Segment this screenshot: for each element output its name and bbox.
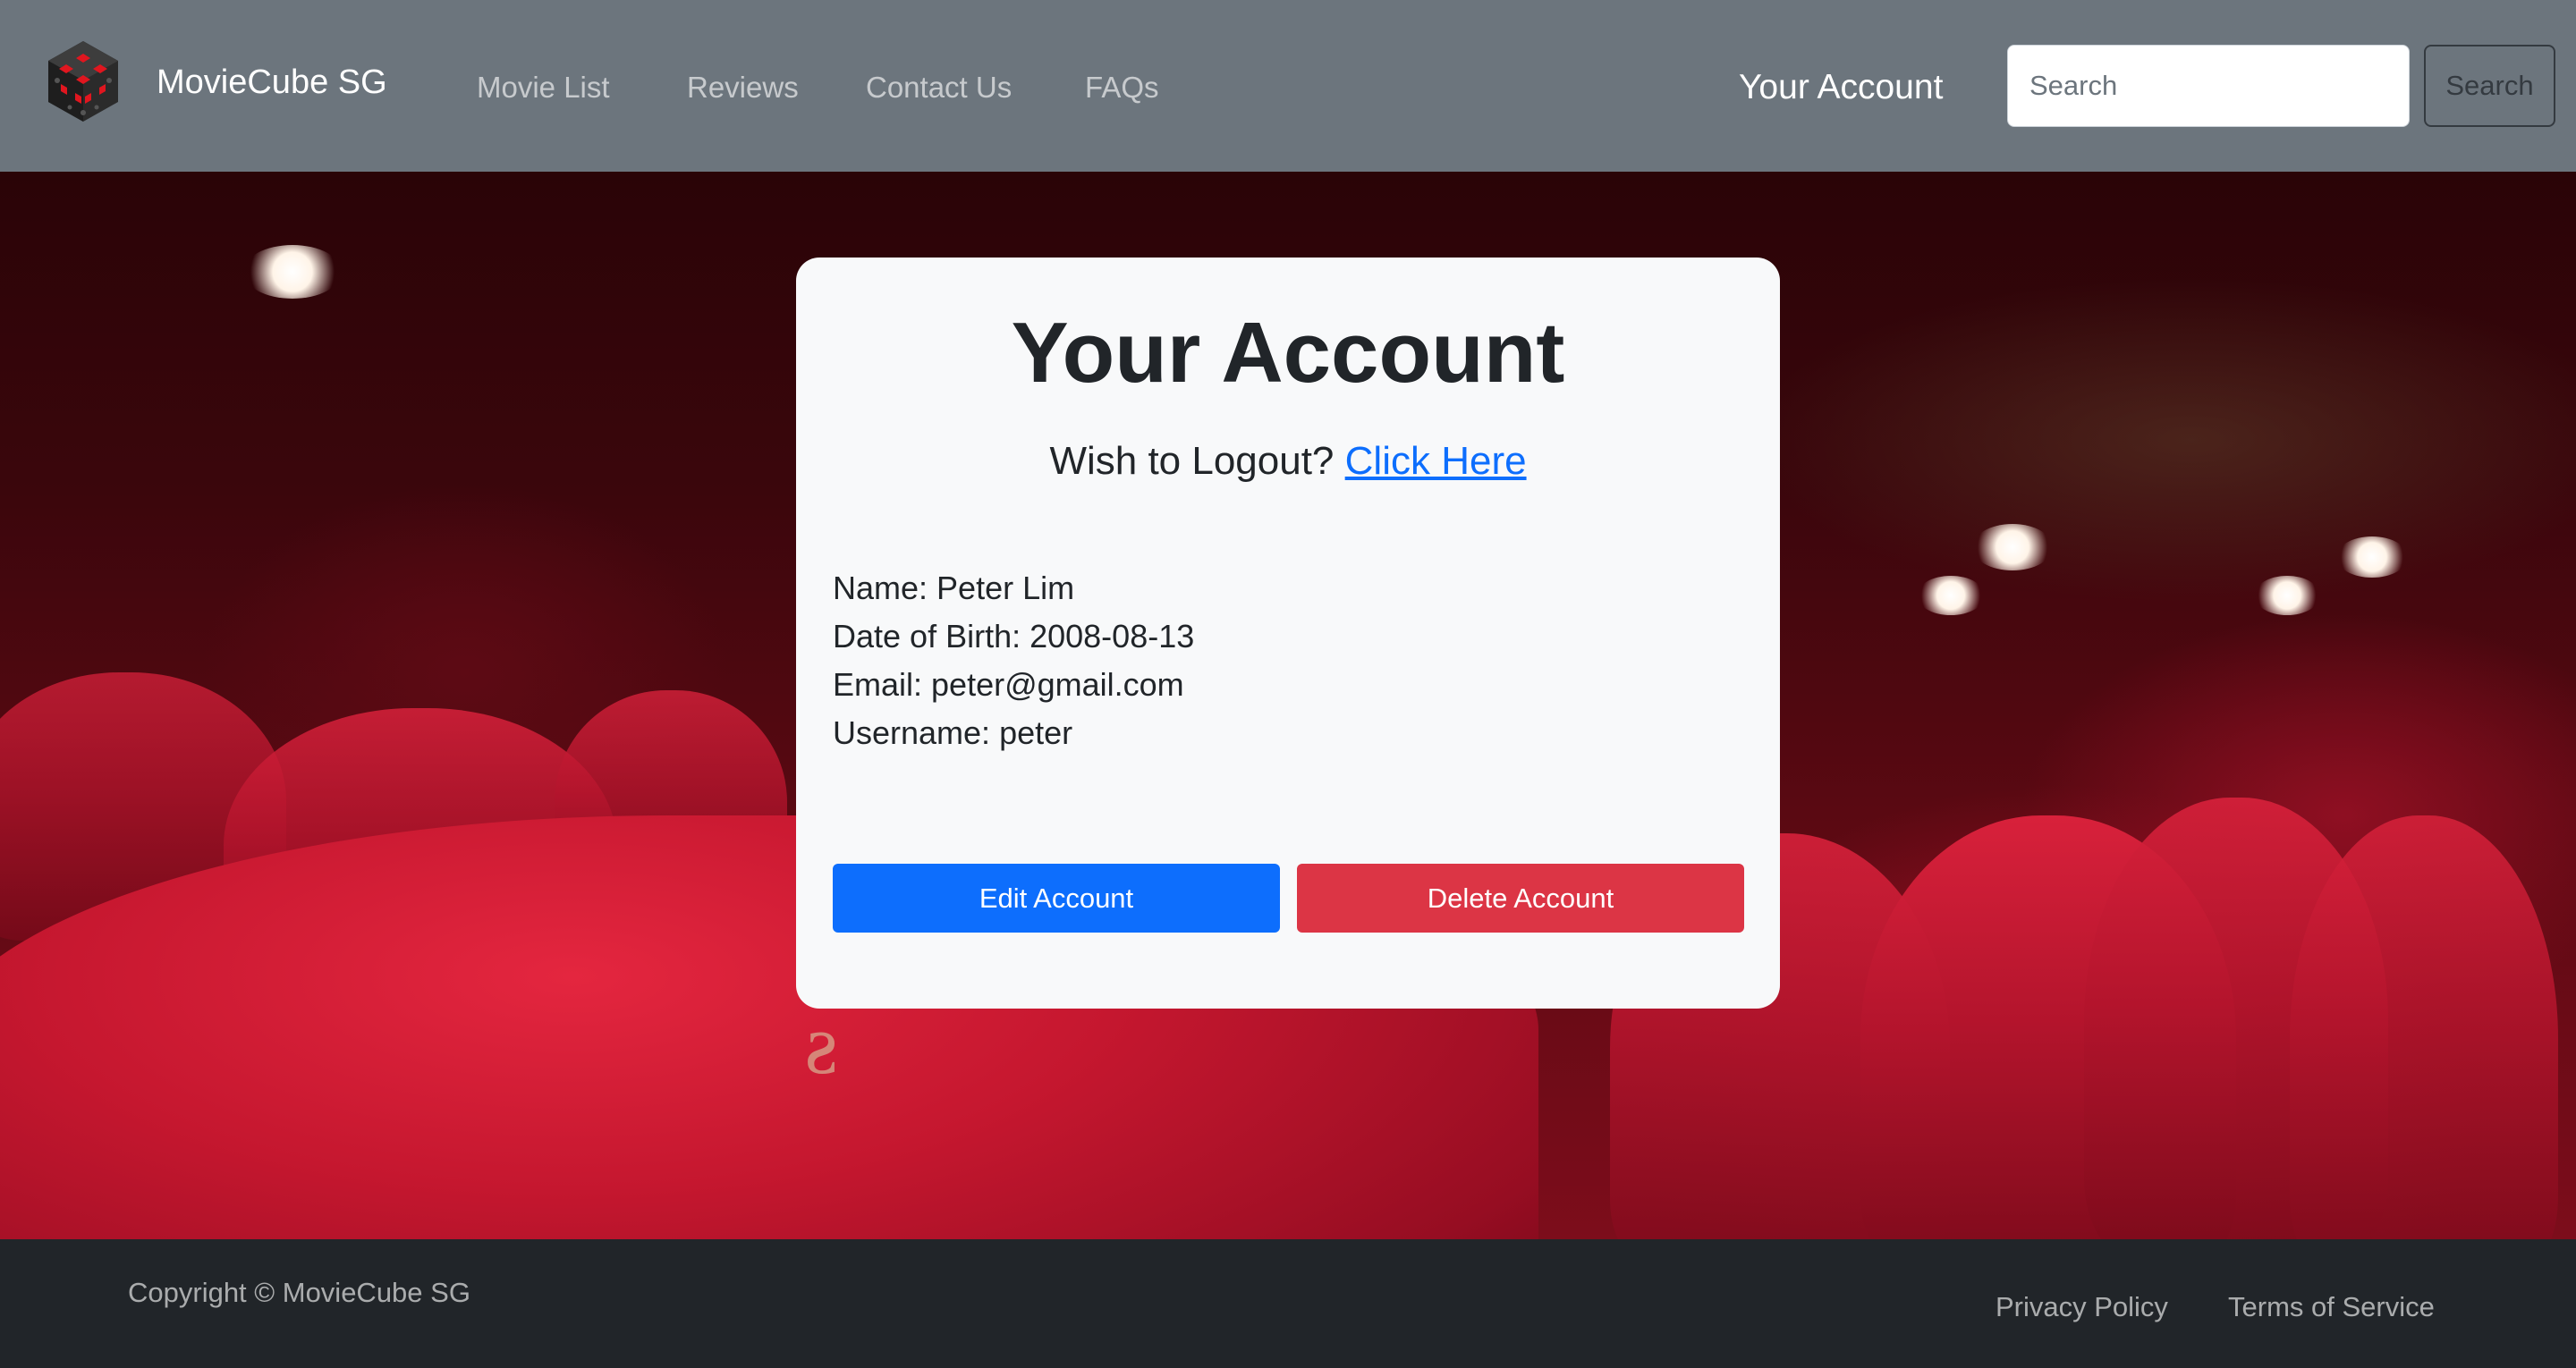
delete-account-button[interactable]: Delete Account xyxy=(1297,864,1744,933)
nav-link-your-account[interactable]: Your Account xyxy=(1739,64,1943,111)
navbar: MovieCube SG Movie List Reviews Contact … xyxy=(0,0,2576,172)
page-title: Your Account xyxy=(1011,305,1565,401)
search-input[interactable] xyxy=(2007,45,2410,127)
cinema-seat xyxy=(2290,815,2558,1239)
account-name: Name: Peter Lim xyxy=(833,570,1075,606)
moviecube-logo-icon[interactable] xyxy=(39,38,127,125)
ceiling-light xyxy=(1917,576,1985,615)
ceiling-light xyxy=(243,245,342,299)
nav-link-faqs[interactable]: FAQs xyxy=(1085,66,1159,109)
copyright-text: Copyright © MovieCube SG xyxy=(128,1277,470,1308)
seat-embroidery: ƨ xyxy=(805,996,839,1092)
search-button[interactable]: Search xyxy=(2424,45,2555,127)
account-date-of-birth: Date of Birth: 2008-08-13 xyxy=(833,618,1195,654)
logout-prompt: Wish to Logout? Click Here xyxy=(796,435,1780,488)
nav-link-reviews[interactable]: Reviews xyxy=(687,66,799,109)
account-username: Username: peter xyxy=(833,714,1073,751)
nav-link-contact-us[interactable]: Contact Us xyxy=(866,66,1012,109)
nav-link-movie-list[interactable]: Movie List xyxy=(477,66,610,109)
account-card: Your Account Wish to Logout? Click Here … xyxy=(796,258,1780,1009)
footer-link-privacy-policy[interactable]: Privacy Policy xyxy=(1996,1288,2168,1327)
account-email: Email: peter@gmail.com xyxy=(833,666,1184,703)
ceiling-light xyxy=(2336,536,2408,578)
ceiling-light xyxy=(1972,524,2053,570)
edit-account-button[interactable]: Edit Account xyxy=(833,864,1280,933)
logout-prompt-text: Wish to Logout? xyxy=(1049,439,1335,483)
ceiling-light xyxy=(2254,576,2320,615)
footer: Copyright © MovieCube SG Privacy Policy … xyxy=(0,1239,2576,1368)
brand-name[interactable]: MovieCube SG xyxy=(157,59,387,106)
footer-link-terms-of-service[interactable]: Terms of Service xyxy=(2228,1288,2435,1327)
logout-link[interactable]: Click Here xyxy=(1345,439,1527,483)
